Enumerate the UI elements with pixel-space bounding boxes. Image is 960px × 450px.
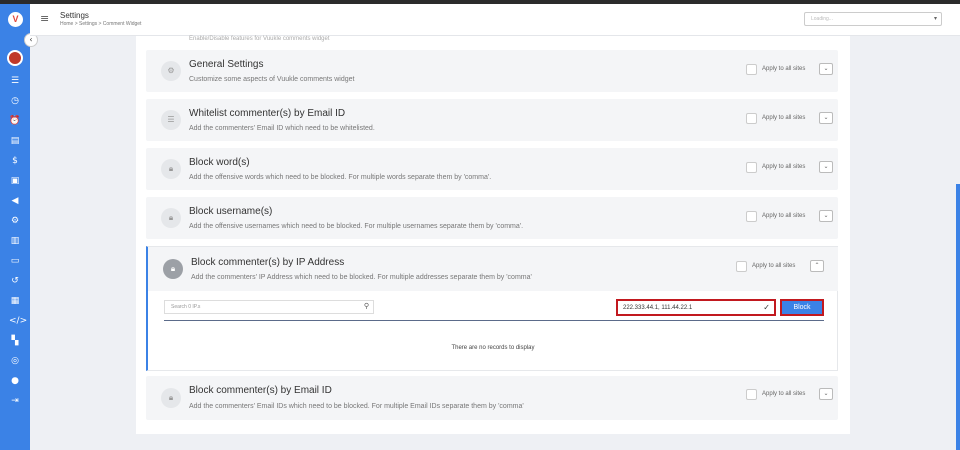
card-desc: Add the commenters' Email IDs which need… xyxy=(189,403,524,410)
chevron-down-icon[interactable]: ⌄ xyxy=(819,210,833,222)
site-selector[interactable]: Loading... ▾ xyxy=(804,12,942,26)
apply-all-checkbox[interactable] xyxy=(736,261,747,272)
card-block-words[interactable]: 🔒︎ Block word(s) Add the offensive words… xyxy=(146,148,838,190)
card-title: Block commenter(s) by Email ID xyxy=(189,385,332,396)
page-title: Settings xyxy=(60,11,89,20)
apply-all-label: Apply to all sites xyxy=(752,263,796,269)
card-general-settings[interactable]: ⚙ General Settings Customize some aspect… xyxy=(146,50,838,92)
card-desc: Customize some aspects of Vuukle comment… xyxy=(189,76,355,83)
chart-icon[interactable]: ▥ xyxy=(9,235,21,247)
card-block-ip: 🔒︎ Block commenter(s) by IP Address Add … xyxy=(146,246,838,371)
image-icon[interactable]: ▣ xyxy=(9,175,21,187)
gear-icon[interactable]: ⚙ xyxy=(9,215,21,227)
card-desc: Add the commenters' IP Address which nee… xyxy=(191,274,532,281)
chevron-down-icon[interactable]: ⌄ xyxy=(819,112,833,124)
chevron-down-icon[interactable]: ⌄ xyxy=(819,161,833,173)
card-whitelist-email[interactable]: ☰ Whitelist commenter(s) by Email ID Add… xyxy=(146,99,838,141)
globe-icon[interactable]: ◎ xyxy=(9,355,21,367)
divider xyxy=(164,320,824,321)
vuukle-logo[interactable]: V xyxy=(8,12,23,27)
card-block-ip-header[interactable]: 🔒︎ Block commenter(s) by IP Address Add … xyxy=(148,247,838,291)
apply-all-label: Apply to all sites xyxy=(762,66,806,72)
dollar-icon[interactable]: $ xyxy=(9,155,21,167)
apply-all-checkbox[interactable] xyxy=(746,389,757,400)
alarm-icon[interactable]: ⏰ xyxy=(9,115,21,127)
card-title: Block username(s) xyxy=(189,206,273,217)
card-icon[interactable]: ▭ xyxy=(9,255,21,267)
avatar[interactable] xyxy=(7,50,23,66)
gear-icon: ⚙ xyxy=(161,61,181,81)
building-icon[interactable]: ▚ xyxy=(9,335,21,347)
apply-all-checkbox[interactable] xyxy=(746,162,757,173)
settings-panel: Enable/Disable features for Vuukle comme… xyxy=(136,36,850,434)
clock-icon[interactable]: ◷ xyxy=(9,95,21,107)
chevron-down-icon: ▾ xyxy=(933,15,937,22)
list-icon[interactable]: ☰ xyxy=(9,75,21,87)
card-desc: Add the offensive usernames which need t… xyxy=(189,223,524,230)
book-icon[interactable]: ▤ xyxy=(9,135,21,147)
lock-icon: 🔒︎ xyxy=(163,259,183,279)
megaphone-icon[interactable]: ◀ xyxy=(9,195,21,207)
card-title: Block word(s) xyxy=(189,157,250,168)
chat-icon[interactable]: ● xyxy=(9,375,21,387)
code-icon[interactable]: </> xyxy=(9,315,27,327)
chevron-down-icon[interactable]: ⌄ xyxy=(819,63,833,75)
top-header: ≡ Settings Home > Settings > Comment Wid… xyxy=(30,4,960,36)
check-icon: ✓ xyxy=(763,303,770,312)
block-button[interactable]: Block xyxy=(780,299,824,316)
card-desc: Add the commenters' Email ID which need … xyxy=(189,125,375,132)
layout-icon[interactable]: ▦ xyxy=(9,295,21,307)
ip-search-input[interactable]: Search 0 IP.s ⚲ xyxy=(164,300,374,314)
empty-records-message: There are no records to display xyxy=(451,345,535,351)
apply-all-label: Apply to all sites xyxy=(762,164,806,170)
logout-icon[interactable]: ⇥ xyxy=(9,395,21,407)
card-desc: Add the offensive words which need to be… xyxy=(189,174,492,181)
ip-search-placeholder: Search 0 IP.s xyxy=(171,304,201,310)
list-icon: ☰ xyxy=(161,110,181,130)
card-title: Block commenter(s) by IP Address xyxy=(191,257,345,268)
search-icon[interactable]: ⚲ xyxy=(364,302,369,310)
card-block-email[interactable]: 🔒︎ Block commenter(s) by Email ID Add th… xyxy=(146,376,838,420)
ip-address-input[interactable]: 222.333.44.1, 111.44.22.1 ✓ xyxy=(616,299,776,316)
apply-all-label: Apply to all sites xyxy=(762,115,806,121)
apply-all-checkbox[interactable] xyxy=(746,113,757,124)
apply-all-label: Apply to all sites xyxy=(762,391,806,397)
card-title: General Settings xyxy=(189,59,264,70)
chevron-up-icon[interactable]: ⌃ xyxy=(810,260,824,272)
ip-address-value: 222.333.44.1, 111.44.22.1 xyxy=(623,305,693,311)
partial-card-desc: Enable/Disable features for Vuukle comme… xyxy=(189,36,330,42)
lock-icon: 🔒︎ xyxy=(161,159,181,179)
lock-icon: 🔒︎ xyxy=(161,208,181,228)
chevron-down-icon[interactable]: ⌄ xyxy=(819,388,833,400)
apply-all-checkbox[interactable] xyxy=(746,64,757,75)
history-icon[interactable]: ↺ xyxy=(9,275,21,287)
sidebar: V ☰ ◷ ⏰ ▤ $ ▣ ◀ ⚙ ▥ ▭ ↺ ▦ </> ▚ ◎ ● ⇥ xyxy=(0,4,30,450)
hamburger-icon[interactable]: ≡ xyxy=(40,12,49,25)
lock-icon: 🔒︎ xyxy=(161,388,181,408)
site-selector-value: Loading... xyxy=(811,16,833,22)
scrollbar[interactable] xyxy=(956,184,960,450)
breadcrumb[interactable]: Home > Settings > Comment Widget xyxy=(60,21,141,27)
card-block-usernames[interactable]: 🔒︎ Block username(s) Add the offensive u… xyxy=(146,197,838,239)
apply-all-label: Apply to all sites xyxy=(762,213,806,219)
apply-all-checkbox[interactable] xyxy=(746,211,757,222)
card-title: Whitelist commenter(s) by Email ID xyxy=(189,108,346,119)
